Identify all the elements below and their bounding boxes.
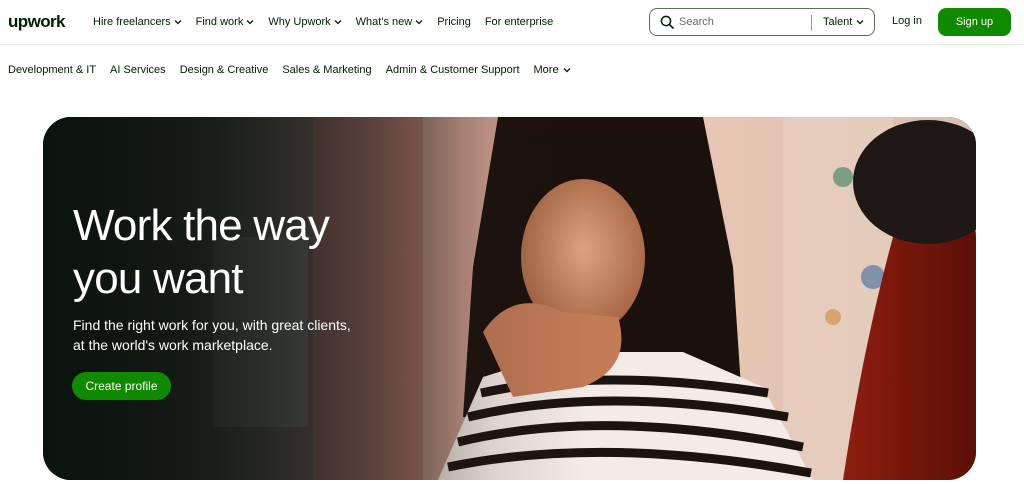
nav-find-work[interactable]: Find work: [196, 16, 255, 28]
top-navigation: upwork Hire freelancers Find work Why Up…: [0, 0, 1024, 45]
nav-hire-freelancers[interactable]: Hire freelancers: [93, 16, 182, 28]
category-sales-marketing[interactable]: Sales & Marketing: [282, 64, 371, 76]
chevron-down-icon: [174, 19, 182, 25]
hero-title-line1: Work the way: [73, 201, 330, 250]
create-profile-button[interactable]: Create profile: [72, 372, 171, 400]
nav-pricing-label: Pricing: [437, 16, 471, 28]
nav-pricing[interactable]: Pricing: [437, 16, 471, 28]
signup-button[interactable]: Sign up: [938, 8, 1011, 36]
nav-hire-freelancers-label: Hire freelancers: [93, 16, 171, 28]
upwork-logo-icon: upwork: [8, 12, 67, 31]
main-nav: Hire freelancers Find work Why Upwork Wh…: [93, 0, 567, 44]
nav-for-enterprise[interactable]: For enterprise: [485, 16, 553, 28]
search-scope-label: Talent: [823, 16, 853, 28]
category-nav: Development & IT AI Services Design & Cr…: [8, 62, 585, 78]
category-admin-support[interactable]: Admin & Customer Support: [386, 64, 520, 76]
category-development-it[interactable]: Development & IT: [8, 64, 96, 76]
nav-for-enterprise-label: For enterprise: [484, 16, 554, 28]
svg-text:upwork: upwork: [8, 12, 66, 31]
nav-whats-new[interactable]: What's new: [356, 16, 424, 28]
upwork-logo[interactable]: upwork: [8, 12, 70, 32]
search-scope-dropdown[interactable]: Talent: [823, 9, 864, 35]
nav-whats-new-label: What's new: [355, 16, 413, 28]
hero-subtitle: Find the right work for you, with great …: [73, 315, 403, 355]
search-bar: Talent: [649, 8, 875, 36]
nav-why-upwork[interactable]: Why Upwork: [268, 16, 342, 28]
search-input[interactable]: [679, 16, 799, 28]
chevron-down-icon: [856, 19, 864, 25]
hero-title-line2: you want: [73, 254, 244, 303]
hero-subtitle-line2: at the world's work marketplace.: [73, 337, 273, 353]
hero-banner: Work the way you want Find the right wor…: [43, 117, 976, 480]
category-more[interactable]: More: [534, 64, 571, 76]
nav-why-upwork-label: Why Upwork: [268, 16, 331, 28]
category-design-creative[interactable]: Design & Creative: [180, 64, 269, 76]
chevron-down-icon: [334, 19, 342, 25]
login-link[interactable]: Log in: [892, 15, 922, 27]
chevron-down-icon: [563, 67, 571, 73]
category-more-label: More: [533, 64, 559, 76]
nav-find-work-label: Find work: [195, 16, 244, 28]
category-ai-services[interactable]: AI Services: [110, 64, 166, 76]
search-divider: [811, 15, 812, 31]
chevron-down-icon: [246, 19, 254, 25]
search-icon[interactable]: [660, 15, 674, 29]
hero-title: Work the way you want: [73, 199, 413, 305]
hero-subtitle-line1: Find the right work for you, with great …: [73, 317, 351, 333]
chevron-down-icon: [415, 19, 423, 25]
